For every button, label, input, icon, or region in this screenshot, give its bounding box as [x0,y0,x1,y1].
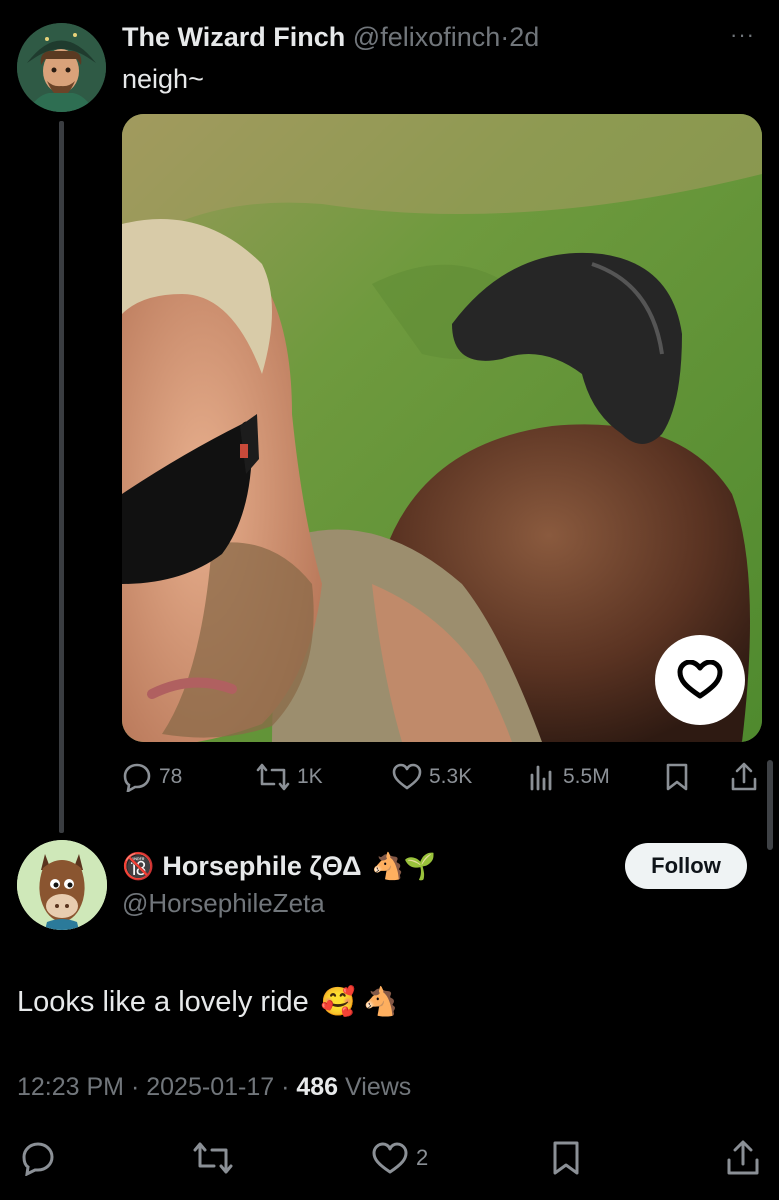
reply-action-2[interactable] [20,1140,56,1176]
reply-author-name[interactable]: Horsephile ζΘΔ [162,851,361,882]
repost-action[interactable]: 1K [256,760,323,794]
views-chart-icon [530,765,552,791]
reply-time[interactable]: 12:23 PM [17,1073,124,1101]
bookmark-icon [553,1141,579,1175]
meta-dot-1: · [130,1073,140,1101]
bookmark-icon [666,763,688,791]
author-avatar[interactable] [17,23,106,112]
like-heart-icon [372,1142,408,1173]
photo-image [122,114,762,742]
views-number: 486 [296,1073,339,1101]
scrollbar[interactable] [767,760,773,850]
bookmark-button-2[interactable] [551,1140,581,1176]
reply-author-avatar[interactable] [17,840,107,930]
heart-icon [677,660,723,699]
repost-action-2[interactable] [193,1140,233,1176]
repost-icon [193,1142,233,1174]
share-button[interactable] [730,760,758,794]
tweet-photo[interactable] [122,114,762,742]
share-icon [731,762,757,791]
header-separator: · [500,22,510,52]
name-emojis: 🐴🌱 [371,850,437,881]
reply-icon [123,763,151,792]
reply-text-emojis: 🥰 🐴 [320,986,399,1017]
like-count-2: 2 [416,1145,429,1170]
more-options-icon[interactable]: ··· [730,22,755,48]
repost-icon [256,763,290,791]
meta-dot-2: · [281,1073,290,1101]
views-label: Views [345,1073,412,1101]
reply-count: 78 [159,765,183,788]
share-icon [727,1140,759,1175]
like-heart-icon [392,763,422,790]
reply-header: 🔞 Horsephile ζΘΔ 🐴🌱 [122,848,436,884]
thread-connector-line [59,121,64,833]
like-action[interactable]: 5.3K [392,760,472,794]
tweet-text: neigh~ [122,64,204,94]
reply-text-row: Looks like a lovely ride 🥰 🐴 [17,983,398,1021]
author-handle[interactable]: @felixofinch [353,22,500,52]
reply-date[interactable]: 2025-01-17 [146,1073,274,1101]
reply-text: Looks like a lovely ride [17,986,309,1018]
repost-count: 1K [297,765,323,788]
bookmark-button[interactable] [665,760,689,794]
like-count: 5.3K [429,765,473,788]
reply-author-handle[interactable]: @HorsephileZeta [122,888,325,919]
tweet-age[interactable]: 2d [509,22,539,52]
like-action-2[interactable]: 2 [372,1140,428,1176]
reply-meta: 12:23 PM · 2025-01-17 · 486 Views [17,1073,411,1102]
share-button-2[interactable] [726,1140,760,1176]
adult-badge-icon: 🔞 [122,850,155,881]
views-count: 5.5M [563,765,610,788]
author-name[interactable]: The Wizard Finch [122,22,345,52]
tweet-header: The Wizard Finch @felixofinch·2d [122,20,539,54]
views-action[interactable]: 5.5M [528,760,610,794]
photo-heart-reaction-button[interactable] [655,635,745,725]
follow-button[interactable]: Follow [625,843,747,889]
wizard-avatar-image [17,23,106,112]
horse-avatar-image [17,840,107,930]
reply-icon [22,1142,54,1176]
reply-action[interactable]: 78 [122,760,182,794]
